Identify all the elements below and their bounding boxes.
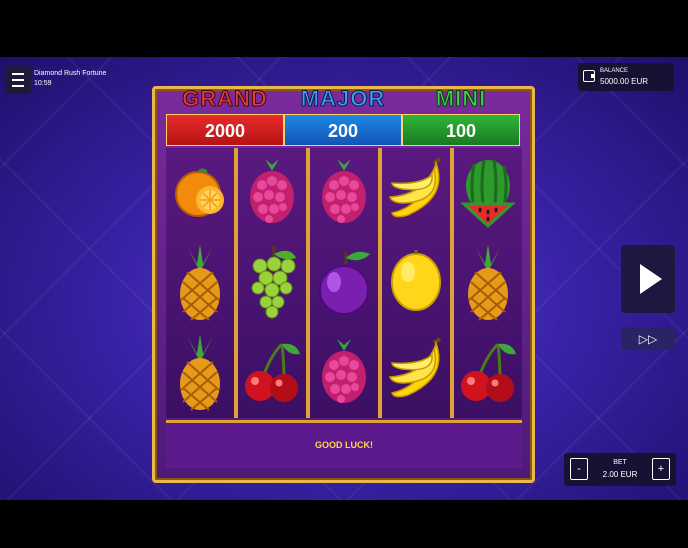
jackpot-row: GRAND 2000 MAJOR 200 MINI 100 [166,86,522,146]
raspberry-symbol [238,148,306,236]
watermelon-symbol [454,148,522,236]
reel-1 [166,148,234,418]
status-message: GOOD LUCK! [315,440,373,450]
bet-panel: - BET 2.00 EUR + [564,453,676,486]
spin-button[interactable] [621,245,675,313]
jackpot-value: 2000 [166,114,284,146]
pineapple-symbol [454,238,522,326]
raspberry-symbol [310,148,378,236]
balance-value: 5000.00 EUR [600,77,649,86]
orange-symbol [166,148,234,236]
lemon-symbol [382,238,450,326]
plum-symbol [310,238,378,326]
fast-forward-icon: ▷▷ [638,331,658,346]
play-icon [640,264,662,294]
jackpot-mini: MINI 100 [402,86,520,146]
reel-5 [454,148,522,418]
reel-2 [238,148,306,418]
raspberry-symbol [310,328,378,416]
banana-symbol [382,148,450,236]
reel-4 [382,148,450,418]
jackpot-name: MINI [435,86,487,112]
message-panel: GOOD LUCK! [166,420,522,468]
cherry-symbol [454,328,522,416]
hamburger-icon [12,71,24,89]
balance-label: BALANCE [600,68,629,74]
bet-increase-button[interactable]: + [652,458,670,480]
pineapple-symbol [166,238,234,326]
clock: 10:59 [34,80,52,87]
menu-button[interactable] [5,66,31,94]
cherry-symbol [238,328,306,416]
pineapple-symbol [166,328,234,416]
turbo-button[interactable]: ▷▷ [621,327,675,350]
jackpot-name: GRAND [182,86,268,112]
balance-panel: BALANCE 5000.00 EUR [578,63,674,91]
game-title: Diamond Rush Fortune [34,70,107,77]
jackpot-major: MAJOR 200 [284,86,402,146]
reel-grid [166,148,522,418]
jackpot-value: 200 [284,114,402,146]
jackpot-value: 100 [402,114,520,146]
jackpot-name: MAJOR [300,86,386,112]
wallet-icon [583,70,595,82]
jackpot-grand: GRAND 2000 [166,86,284,146]
grapes-symbol [238,238,306,326]
reel-3 [310,148,378,418]
banana-symbol [382,328,450,416]
